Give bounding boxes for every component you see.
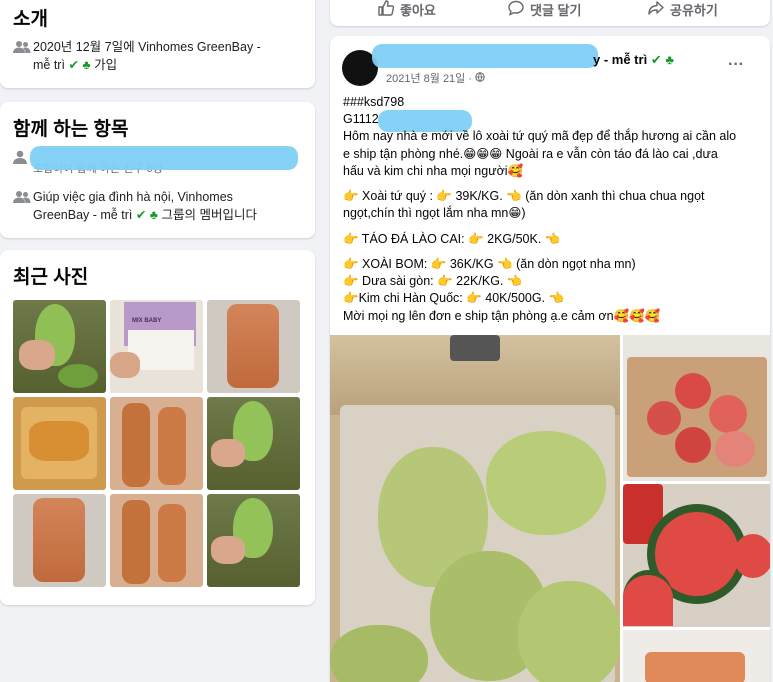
photo-mango-hand-3[interactable] bbox=[207, 494, 300, 587]
joined-info: 2020년 12월 7일에 Vinhomes GreenBay - mễ trì… bbox=[13, 38, 305, 74]
group-membership[interactable]: Giúp việc gia đình hà nội, Vinhomes Gree… bbox=[13, 188, 305, 224]
comment-label: 댓글 달기 bbox=[530, 2, 582, 18]
redacted-friends-name bbox=[30, 146, 298, 170]
post-image-watermelon[interactable] bbox=[623, 484, 770, 627]
post-image-kimchi[interactable] bbox=[623, 630, 770, 682]
photo-mix-baby-pack[interactable]: MIX BABY bbox=[110, 300, 203, 393]
post-text-line-10: 👉 Dưa sài gòn: 👉 22K/KG. 👈 bbox=[343, 274, 523, 288]
intro-card: 소개 2020년 12월 7일에 Vinhomes GreenBay - mễ … bbox=[0, 0, 315, 88]
mix-baby-label: MIX BABY bbox=[132, 318, 162, 324]
author-suffix: y - mễ trì bbox=[593, 52, 648, 67]
post-text-line-6: 👉 Xoài tứ quý : 👉 39K/KG. 👈 (ăn dòn xanh… bbox=[343, 189, 705, 203]
like-label: 좋아요 bbox=[400, 2, 436, 18]
more-options-button[interactable]: ··· bbox=[728, 56, 744, 74]
comment-icon bbox=[508, 0, 524, 19]
globe-icon bbox=[475, 72, 485, 85]
tree-icon: ♣ bbox=[149, 208, 158, 222]
tree-icon: ♣ bbox=[82, 58, 91, 72]
thumbs-up-icon bbox=[378, 0, 395, 19]
post-date-text: 2021년 8월 21일 · bbox=[386, 73, 473, 85]
group-line-2-b: 그룹의 멤버입니다 bbox=[161, 208, 257, 222]
photo-mango-hand-2[interactable] bbox=[207, 397, 300, 490]
joined-line-2-b: 가입 bbox=[94, 58, 118, 72]
photo-kimchi-bag-2[interactable] bbox=[13, 494, 106, 587]
check-icon: ✔ bbox=[650, 52, 662, 67]
joined-line-1: 2020년 12월 7일에 Vinhomes GreenBay - bbox=[33, 40, 261, 54]
shared-title: 함께 하는 항목 bbox=[13, 119, 129, 140]
group-icon bbox=[13, 40, 33, 74]
photo-kimchi-bag[interactable] bbox=[207, 300, 300, 393]
post-text-line-3: Hôm nay nhà e mới về lô xoài tứ quý mã đ… bbox=[343, 129, 737, 143]
recent-photos-title: 최근 사진 bbox=[13, 267, 89, 288]
photo-mango-hand[interactable] bbox=[13, 300, 106, 393]
post-image-apples[interactable] bbox=[623, 335, 770, 481]
group-line-1: Giúp việc gia đình hà nội, Vinhomes bbox=[33, 190, 233, 204]
comment-button[interactable]: 댓글 달기 bbox=[508, 0, 581, 18]
post-date[interactable]: 2021년 8월 21일 · bbox=[386, 70, 485, 86]
post-text-line-12: Mời mọi ng lên đơn e ship tận phòng ạ.e … bbox=[343, 309, 661, 323]
share-icon bbox=[648, 0, 664, 19]
group-icon bbox=[13, 190, 33, 224]
check-icon: ✔ bbox=[68, 58, 79, 72]
share-button[interactable]: 공유하기 bbox=[648, 0, 718, 18]
post-text-line-1: ###ksd798 bbox=[343, 95, 405, 109]
post-author[interactable]: y - mễ trì ✔ ♣ bbox=[593, 52, 674, 68]
joined-line-2-a: mễ trì bbox=[33, 58, 65, 72]
shared-card: 함께 하는 항목 포함하여 함께 아는 친구 6명 Giúp việc gia … bbox=[0, 102, 315, 238]
check-icon: ✔ bbox=[135, 208, 147, 222]
post-text-line-8: 👉 TÁO ĐÁ LÀO CAI: 👉 2KG/50K. 👈 bbox=[343, 232, 561, 246]
photo-kimchi-strips-2[interactable] bbox=[110, 494, 203, 587]
photo-grid: MIX BABY bbox=[13, 300, 301, 592]
post-image-mangoes[interactable] bbox=[330, 335, 620, 682]
like-button[interactable]: 좋아요 bbox=[378, 0, 436, 18]
post-text-line-11: 👉Kim chi Hàn Quốc: 👉 40K/500G. 👈 bbox=[343, 291, 565, 305]
post-text-line-4: e ship tận phòng nhé.😁😁😁 Ngoài ra e vẫn … bbox=[343, 147, 718, 161]
post-text-line-9: 👉 XOÀI BOM: 👉 36K/KG 👈 (ăn dòn ngọt nha … bbox=[343, 257, 636, 271]
recent-photos-card: 최근 사진 MIX BABY bbox=[0, 250, 315, 605]
photo-kimchi-box[interactable] bbox=[13, 397, 106, 490]
post-text-line-2: G1112 bbox=[343, 112, 379, 126]
redacted-author-name bbox=[372, 44, 598, 68]
post-text-line-7: ngọt,chín thì ngọt lắm nha mn😁) bbox=[343, 206, 526, 220]
photo-kimchi-strips[interactable] bbox=[110, 397, 203, 490]
share-label: 공유하기 bbox=[670, 2, 718, 18]
post-text-line-5: hấu và kim chi nha mọi người🥰 bbox=[343, 164, 524, 178]
intro-title: 소개 bbox=[13, 9, 48, 30]
tree-icon: ♣ bbox=[665, 52, 674, 67]
group-line-2-a: GreenBay - mễ trì bbox=[33, 208, 133, 222]
previous-post-actions: 좋아요 댓글 달기 공유하기 bbox=[330, 0, 770, 26]
